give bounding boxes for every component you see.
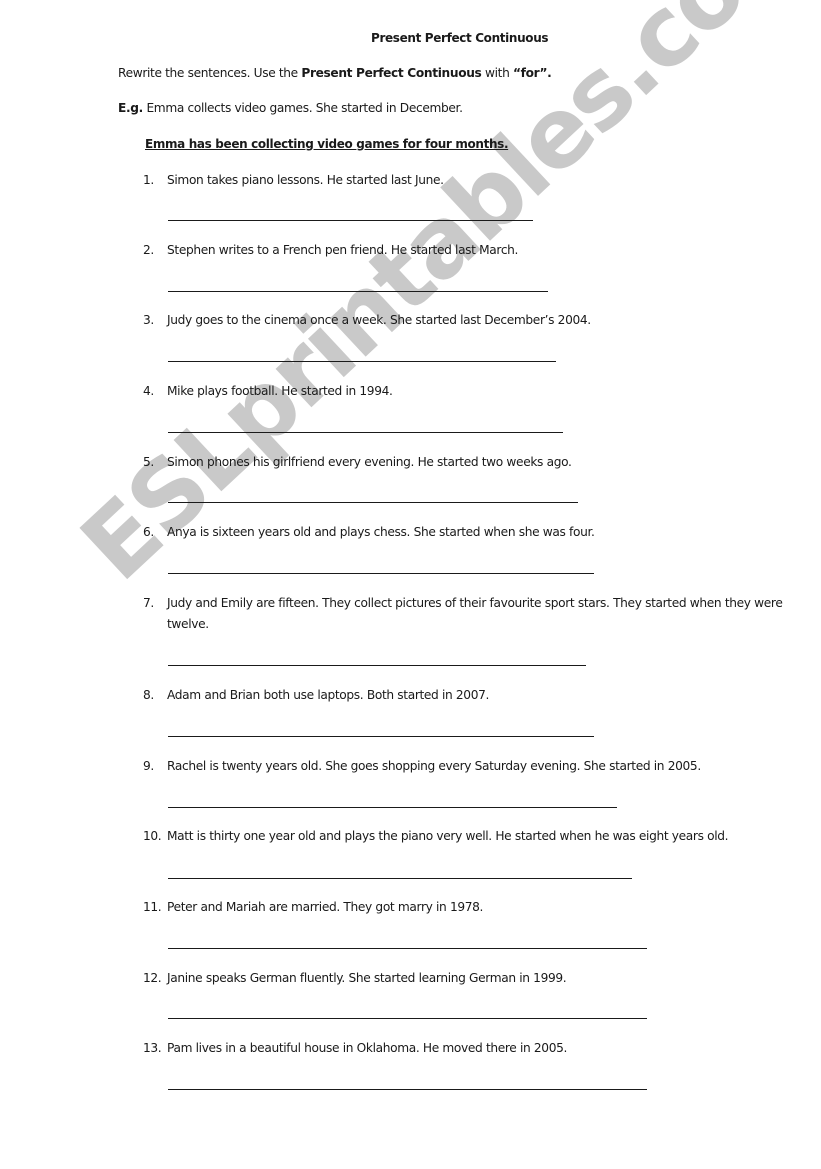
item-number: 1.: [143, 173, 154, 187]
item-sentence: Anya is sixteen years old and plays ches…: [167, 525, 595, 539]
item-number: 12.: [143, 971, 162, 985]
instructions: Rewrite the sentences. Use the Present P…: [118, 66, 552, 80]
item-number: 4.: [143, 384, 154, 398]
item-sentence: Simon takes piano lessons. He started la…: [167, 173, 444, 187]
item-number: 2.: [143, 243, 154, 257]
answer-line[interactable]: [168, 220, 533, 221]
example-label: E.g.: [118, 101, 143, 115]
answer-line[interactable]: [168, 807, 617, 808]
item-number: 6.: [143, 525, 154, 539]
answer-line[interactable]: [168, 948, 647, 949]
item-sentence: Adam and Brian both use laptops. Both st…: [167, 688, 490, 702]
item-sentence: Mike plays football. He started in 1994.: [167, 384, 393, 398]
answer-line[interactable]: [168, 1018, 647, 1019]
item-sentence: Matt is thirty one year old and plays th…: [167, 829, 729, 843]
item-sentence: Janine speaks German fluently. She start…: [167, 971, 567, 985]
answer-line[interactable]: [168, 291, 548, 292]
answer-line[interactable]: [168, 502, 578, 503]
item-sentence: Simon phones his girlfriend every evenin…: [167, 455, 572, 469]
item-number: 3.: [143, 313, 154, 327]
answer-line[interactable]: [168, 573, 594, 574]
item-number: 13.: [143, 1041, 162, 1055]
example: E.g. Emma collects video games. She star…: [118, 101, 463, 115]
example-answer: Emma has been collecting video games for…: [145, 137, 509, 151]
item-number: 7.: [143, 596, 154, 610]
example-text: Emma collects video games. She started i…: [142, 101, 463, 115]
item-number: 10.: [143, 829, 162, 843]
instructions-middle: with: [481, 66, 513, 80]
item-sentence: Judy and Emily are fifteen. They collect…: [167, 596, 783, 631]
answer-line[interactable]: [168, 361, 556, 362]
instructions-prefix: Rewrite the sentences. Use the: [118, 66, 302, 80]
item-sentence: Pam lives in a beautiful house in Oklaho…: [167, 1041, 568, 1055]
answer-line[interactable]: [168, 665, 586, 666]
answer-line[interactable]: [168, 1089, 647, 1090]
answer-line[interactable]: [168, 736, 594, 737]
item-sentence: Peter and Mariah are married. They got m…: [167, 900, 484, 914]
answer-line[interactable]: [168, 878, 632, 879]
item-sentence: Stephen writes to a French pen friend. H…: [167, 243, 519, 257]
item-sentence: Rachel is twenty years old. She goes sho…: [167, 759, 701, 773]
item-number: 5.: [143, 455, 154, 469]
answer-line[interactable]: [168, 432, 563, 433]
worksheet-page: ESLprintables.com Present Perfect Contin…: [0, 0, 821, 1169]
watermark: ESLprintables.com: [60, 0, 821, 602]
item-sentence: Judy goes to the cinema once a week. She…: [167, 313, 591, 327]
instructions-for: “for”.: [512, 66, 552, 80]
item-number: 8.: [143, 688, 154, 702]
item-number: 9.: [143, 759, 154, 773]
page-title: Present Perfect Continuous: [371, 31, 549, 45]
item-number: 11.: [143, 900, 162, 914]
instructions-tense: Present Perfect Continuous: [301, 66, 482, 80]
